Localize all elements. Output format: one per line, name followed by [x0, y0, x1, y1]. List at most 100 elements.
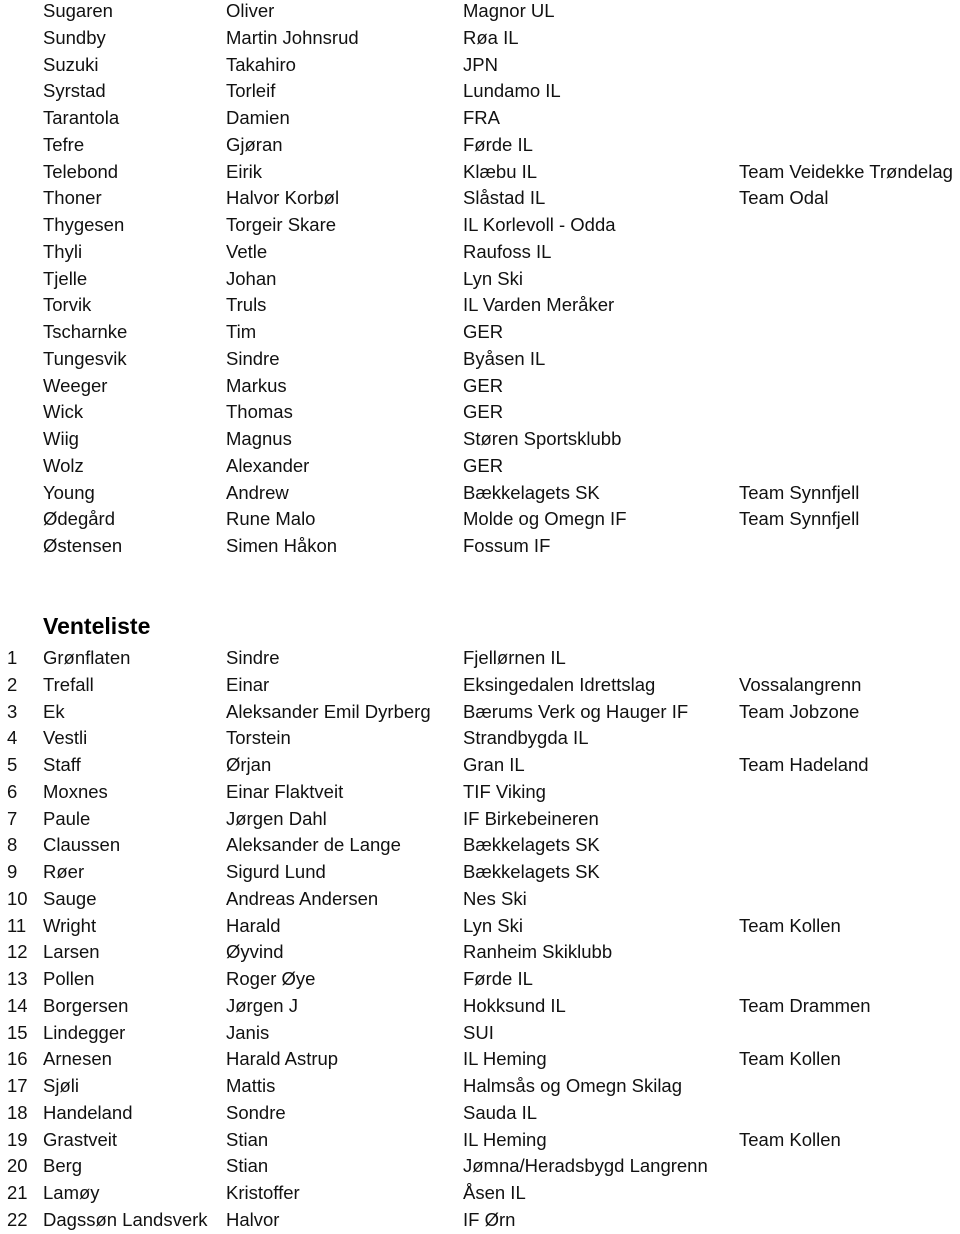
participant-row: Tscharnke Tim GER — [0, 319, 960, 346]
club: FRA — [463, 107, 500, 128]
surname: Røer — [43, 861, 85, 882]
participant-row: Tefre Gjøran Førde IL — [0, 132, 960, 159]
waitlist-row: 18 Handeland Sondre Sauda IL — [0, 1100, 960, 1127]
surname: Syrstad — [43, 80, 106, 102]
club: Klæbu IL — [463, 160, 538, 182]
waitlist-row: 12 Larsen Øyvind Ranheim Skiklubb — [0, 939, 960, 966]
club: Førde IL — [463, 133, 533, 155]
surname: Ek — [43, 700, 65, 722]
club: GER — [463, 454, 504, 476]
first-name: Gjøran — [226, 133, 283, 155]
surname: Larsen — [43, 941, 100, 963]
first-name: Simen Håkon — [226, 535, 338, 556]
team: Team Kollen — [739, 1128, 841, 1150]
surname: Grastveit — [43, 1128, 118, 1150]
surname: Thoner — [43, 187, 102, 209]
waitlist-row: 10 Sauge Andreas Andersen Nes Ski — [0, 886, 960, 913]
surname: Paule — [43, 807, 91, 829]
first-name: Stian — [226, 1128, 269, 1150]
surname: Vestli — [43, 727, 88, 749]
waitlist-position: 9 — [7, 861, 18, 882]
participant-row: Thygesen Torgeir Skare IL Korlevoll - Odda — [0, 212, 960, 239]
first-name: Sigurd Lund — [226, 861, 326, 882]
surname: Wick — [43, 401, 84, 423]
participant-row: Sugaren Oliver Magnor UL — [0, 0, 960, 25]
first-name: Aleksander de Lange — [226, 834, 401, 856]
club: IF Ørn — [463, 1208, 516, 1230]
surname: Tungesvik — [43, 347, 127, 369]
club: Bækkelagets SK — [463, 481, 600, 503]
participant-row: Wiig Magnus Støren Sportsklubb — [0, 426, 960, 453]
waitlist-heading: Venteliste — [43, 613, 151, 639]
surname: Ødegård — [43, 508, 115, 530]
team: Team Kollen — [739, 914, 841, 936]
club: Ranheim Skiklubb — [463, 941, 613, 963]
club: Halmsås og Omegn Skilag — [463, 1075, 683, 1096]
first-name: Kristoffer — [226, 1182, 300, 1203]
waitlist-row: 15 Lindegger Janis SUI — [0, 1020, 960, 1047]
waitlist-row: 1 Grønflaten Sindre Fjellørnen IL — [0, 645, 960, 672]
waitlist-position: 19 — [7, 1128, 28, 1150]
participant-list: Sugaren Oliver Magnor UL Sundby Martin Johns… — [0, 0, 960, 560]
participant-row: Tjelle Johan Lyn Ski — [0, 266, 960, 293]
waitlist-row: 4 Vestli Torstein Strandbygda IL — [0, 725, 960, 752]
club: Fjellørnen IL — [463, 647, 566, 668]
club: Førde IL — [463, 968, 533, 989]
participant-row: Torvik Truls IL Varden Meråker — [0, 292, 960, 319]
first-name: Andreas Andersen — [226, 887, 379, 909]
first-name: Johan — [226, 267, 277, 289]
first-name: Vetle — [226, 240, 268, 262]
club: Lundamo IL — [463, 80, 561, 102]
surname: Berg — [43, 1155, 83, 1177]
first-name: Markus — [226, 374, 287, 396]
first-name: Jørgen Dahl — [226, 807, 327, 829]
surname: Arnesen — [43, 1048, 112, 1070]
surname: Sjøli — [43, 1075, 79, 1096]
waitlist-position: 8 — [7, 834, 18, 856]
participant-row: Thyli Vetle Raufoss IL — [0, 239, 960, 266]
club: Hokksund IL — [463, 994, 566, 1016]
surname: Trefall — [43, 673, 94, 695]
waitlist-row: 16 Arnesen Harald Astrup IL Heming Team Koll… — [0, 1046, 960, 1073]
team: Vossalangrenn — [739, 673, 862, 695]
waitlist-row: 20 Berg Stian Jømna/Heradsbygd Langrenn — [0, 1153, 960, 1180]
waitlist-position: 21 — [7, 1182, 28, 1203]
waitlist-position: 22 — [7, 1208, 28, 1230]
club: Magnor UL — [463, 0, 555, 21]
club: GER — [463, 374, 504, 396]
surname: Telebond — [43, 160, 119, 182]
club: Støren Sportsklubb — [463, 428, 622, 449]
club: Sauda IL — [463, 1101, 538, 1123]
club: Bækkelagets SK — [463, 861, 600, 882]
surname: Lamøy — [43, 1182, 100, 1203]
participant-row: Thoner Halvor Korbøl Slåstad IL Team Odal — [0, 185, 960, 212]
participant-row: Young Andrew Bækkelagets SK Team Synnfjell — [0, 480, 960, 507]
team: Team Veidekke Trøndelag — [739, 160, 953, 182]
first-name: Janis — [226, 1021, 270, 1043]
waitlist-position: 12 — [7, 941, 28, 963]
waitlist-position: 17 — [7, 1075, 28, 1096]
club: Lyn Ski — [463, 267, 523, 289]
participant-row: Weeger Markus GER — [0, 373, 960, 400]
first-name: Oliver — [226, 0, 275, 21]
team: Team Drammen — [739, 994, 871, 1016]
club: JPN — [463, 53, 498, 75]
waitlist-row: 22 Dagssøn Landsverk Halvor IF Ørn — [0, 1207, 960, 1234]
first-name: Andrew — [226, 481, 289, 503]
first-name: Truls — [226, 294, 267, 316]
club: IL Heming — [463, 1128, 547, 1150]
waitlist-position: 3 — [7, 700, 18, 722]
waitlist-row: 5 Staff Ørjan Gran IL Team Hadeland — [0, 752, 960, 779]
waitlist-position: 15 — [7, 1021, 28, 1043]
club: Fossum IF — [463, 535, 551, 556]
surname: Sundby — [43, 26, 106, 48]
surname: Wright — [43, 914, 97, 936]
first-name: Mattis — [226, 1075, 276, 1096]
club: Byåsen IL — [463, 347, 546, 369]
surname: Young — [43, 481, 95, 503]
waitlist-row: 21 Lamøy Kristoffer Åsen IL — [0, 1180, 960, 1207]
team: Team Odal — [739, 187, 829, 209]
surname: Lindegger — [43, 1021, 126, 1043]
first-name: Halvor Korbøl — [226, 187, 340, 209]
waitlist-row: 3 Ek Aleksander Emil Dyrberg Bærums Verk og… — [0, 699, 960, 726]
